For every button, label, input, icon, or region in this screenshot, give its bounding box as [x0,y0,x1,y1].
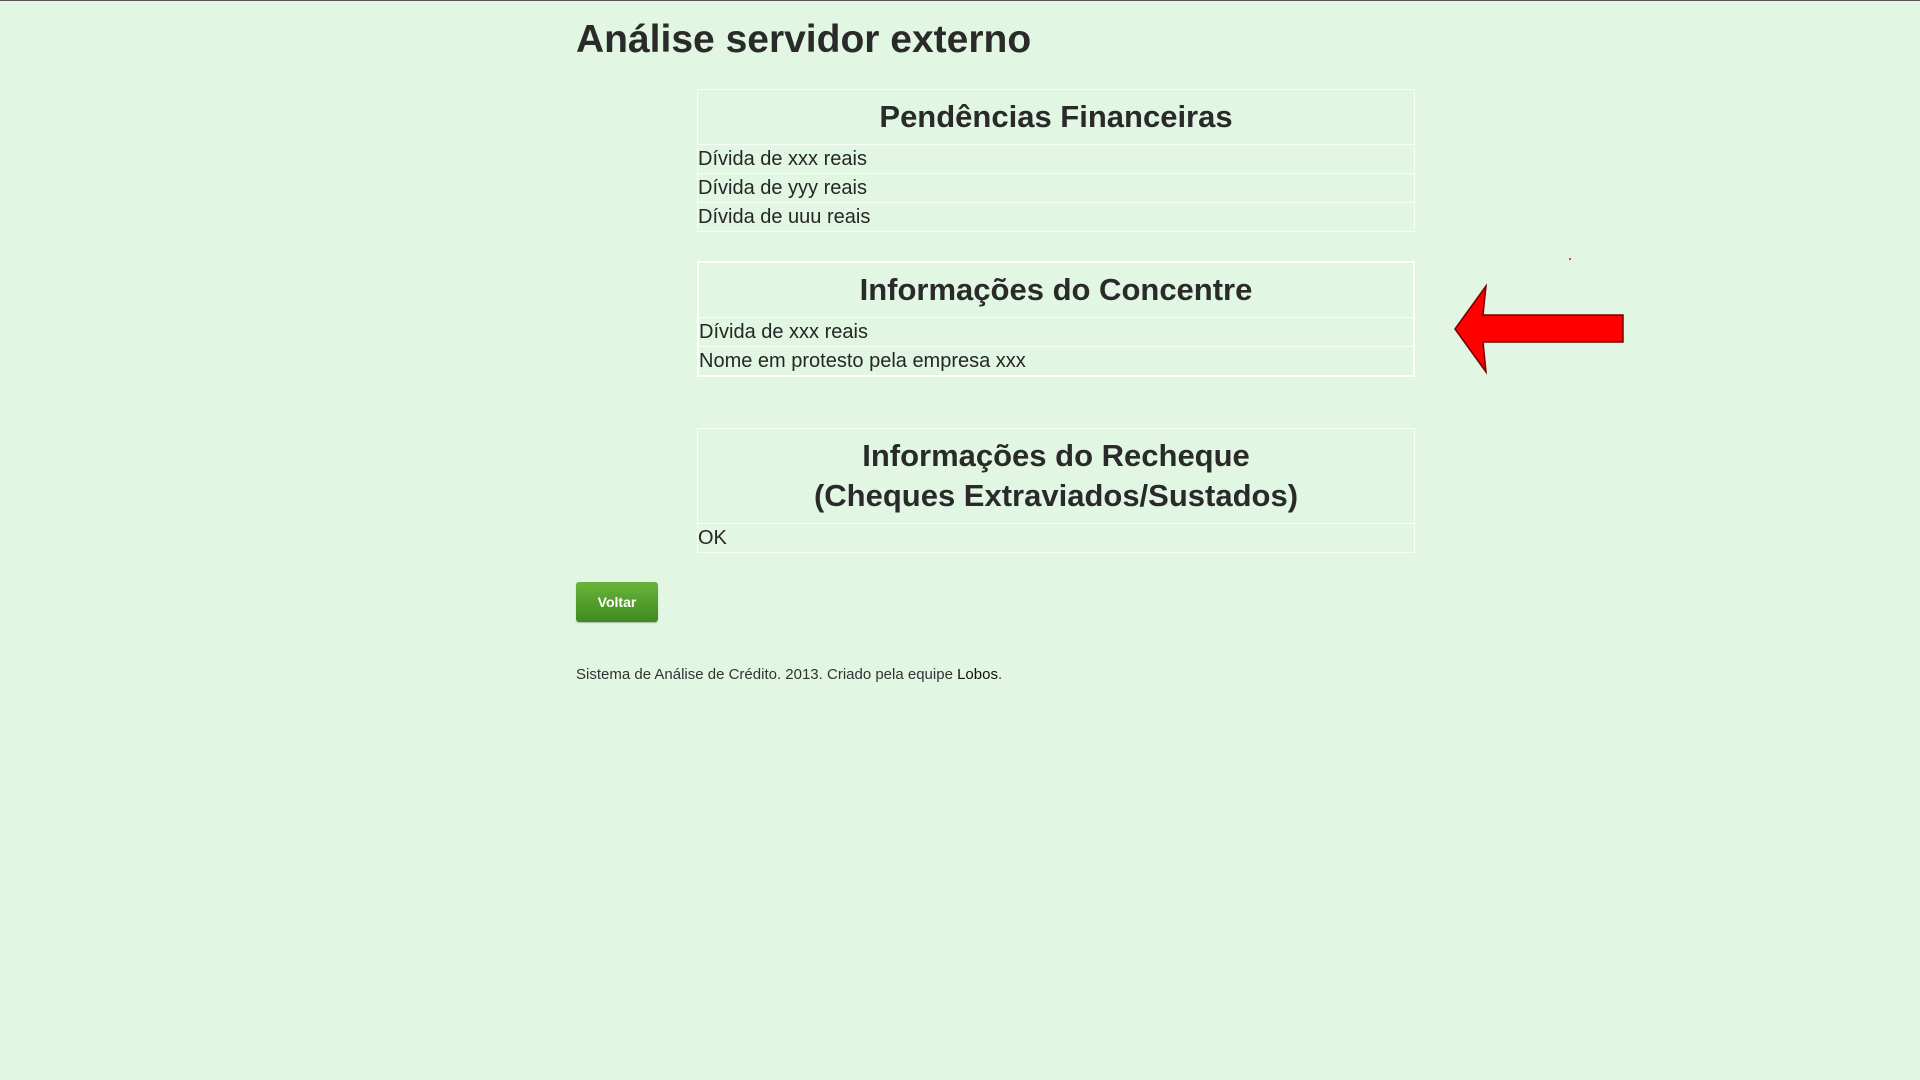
list-item: Dívida de xxx reais [698,145,1414,174]
section-pendencias-financeiras: Pendências Financeiras Dívida de xxx rea… [697,89,1415,232]
page-title: Análise servidor externo [576,18,1032,61]
section-title: Pendências Financeiras [879,99,1233,134]
section-header: Informações do Recheque (Cheques Extravi… [698,429,1414,524]
section-header: Pendências Financeiras [698,90,1414,145]
footer: Sistema de Análise de Crédito. 2013. Cri… [576,666,1002,683]
left-arrow-icon [1454,283,1624,375]
section-title: Informações do Concentre [859,272,1253,307]
list-item: Dívida de xxx reais [699,318,1413,347]
red-speck [1569,258,1571,260]
list-item: OK [698,527,727,549]
section-subtitle: (Cheques Extraviados/Sustados) [813,478,1299,513]
footer-period: . [997,666,1003,683]
list-item: Dívida de uuu reais [698,206,871,228]
list-item: Nome em protesto pela empresa xxx [699,350,1026,372]
section-concentre: Informações do Concentre Dívida de xxx r… [697,261,1415,377]
section-header: Informações do Concentre [699,263,1413,318]
list-item: Dívida de yyy reais [698,174,1414,203]
section-title: Informações do Recheque [862,438,1250,473]
footer-team-link[interactable]: Lobos [957,666,998,683]
footer-text: Sistema de Análise de Crédito. 2013. Cri… [576,666,958,683]
section-recheque: Informações do Recheque (Cheques Extravi… [697,428,1415,553]
back-button[interactable]: Voltar [576,582,658,622]
